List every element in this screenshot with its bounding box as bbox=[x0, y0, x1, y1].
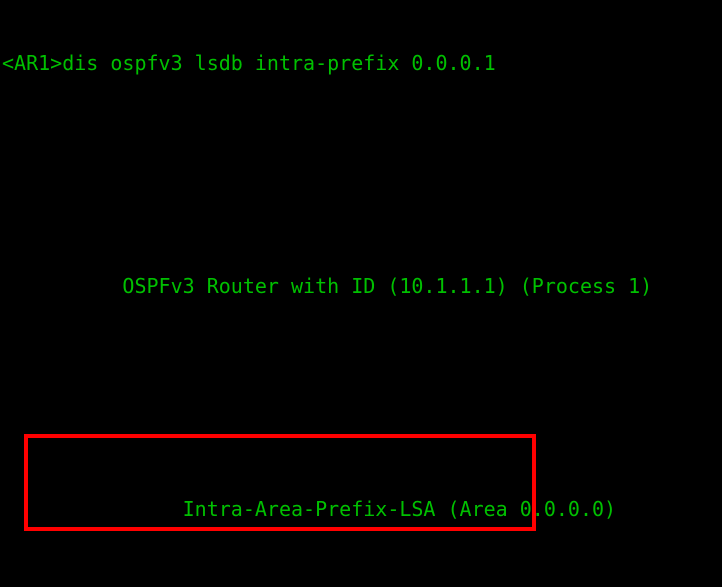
terminal-line-lsa-header: Intra-Area-Prefix-LSA (Area 0.0.0.0) bbox=[2, 496, 617, 521]
terminal-window[interactable]: <AR1>dis ospfv3 lsdb intra-prefix 0.0.0.… bbox=[0, 0, 722, 587]
terminal-line-router-header: OSPFv3 Router with ID (10.1.1.1) (Proces… bbox=[2, 273, 653, 298]
terminal-line-command[interactable]: <AR1>dis ospfv3 lsdb intra-prefix 0.0.0.… bbox=[2, 51, 652, 76]
terminal-output: <AR1>dis ospfv3 lsdb intra-prefix 0.0.0.… bbox=[2, 1, 652, 587]
